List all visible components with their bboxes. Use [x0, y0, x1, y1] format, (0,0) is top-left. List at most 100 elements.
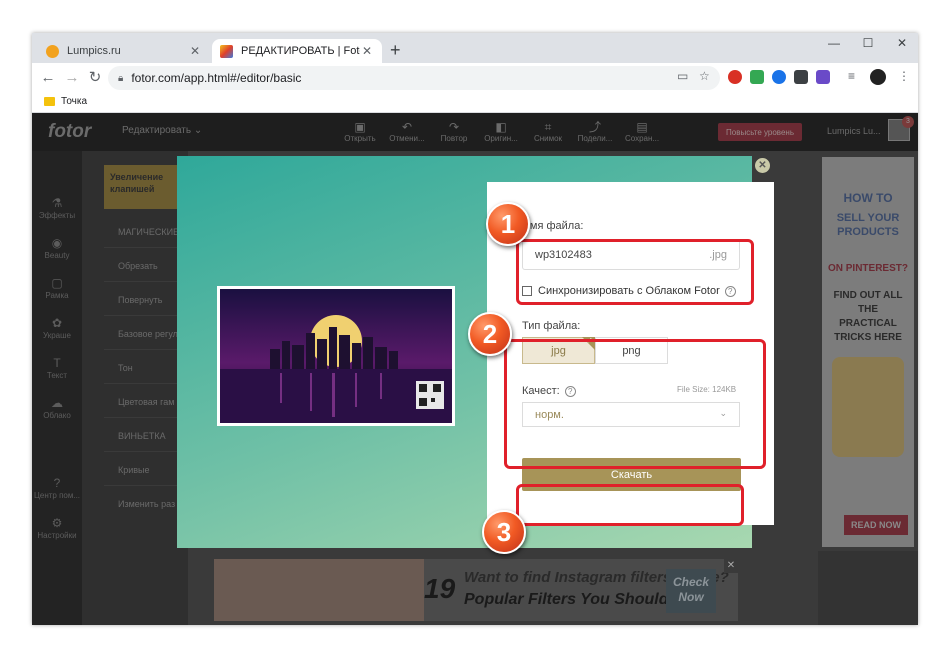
image-preview: [217, 286, 455, 426]
fotor-logo[interactable]: fotor: [48, 121, 91, 143]
profile-avatar[interactable]: [870, 69, 886, 85]
maximize-button[interactable]: ☐: [856, 36, 880, 50]
ad-banner: HOW TO SELL YOUR PRODUCTS ON PINTEREST? …: [822, 157, 914, 547]
rail-decor[interactable]: ✿ Украше: [32, 315, 82, 340]
cta-line: Now: [678, 590, 704, 604]
media-icon[interactable]: ≡: [848, 69, 855, 83]
rail-text[interactable]: T Текст: [32, 355, 82, 380]
bottom-ad[interactable]: 19 Want to find Instagram filters online…: [214, 559, 738, 621]
extension-icon[interactable]: [794, 70, 808, 84]
check-now-button[interactable]: Check Now: [666, 569, 716, 613]
decor-icon: ✿: [51, 316, 63, 330]
forward-arrow-icon[interactable]: →: [62, 68, 82, 88]
fotor-header: fotor Редактировать ⌄ ▣ Открыть ↶ Отмени..…: [32, 113, 918, 151]
rail-label: Beauty: [44, 251, 70, 260]
extension-icon[interactable]: [816, 70, 830, 84]
extension-icon[interactable]: [750, 70, 764, 84]
tab-fotor[interactable]: РЕДАКТИРОВАТЬ | Fotor ✕: [212, 39, 382, 63]
extension-icon[interactable]: [728, 70, 742, 84]
close-tab-icon[interactable]: ✕: [188, 44, 202, 58]
rail-help[interactable]: ? Центр пом...: [32, 475, 82, 500]
undo-button[interactable]: ↶ Отмени...: [387, 120, 427, 143]
highlight-filetype-quality: [504, 339, 766, 469]
reload-icon[interactable]: ↻: [85, 68, 105, 88]
rail-label: Эффекты: [38, 211, 76, 220]
right-ad[interactable]: HOW TO SELL YOUR PRODUCTS ON PINTEREST? …: [818, 151, 918, 551]
tab-title: Lumpics.ru: [67, 45, 121, 57]
settings-icon: ⚙: [51, 516, 63, 530]
divider: [104, 485, 188, 486]
rail-label: Настройки: [37, 531, 77, 540]
panel-promo[interactable]: Увеличение клапишей: [104, 165, 184, 209]
upgrade-button[interactable]: Повысьте уровень: [718, 123, 802, 141]
address-bar[interactable]: 🔒︎ fotor.com/app.html#/editor/basic: [108, 66, 720, 90]
extension-icon[interactable]: [772, 70, 786, 84]
divider: [104, 451, 188, 452]
tab-lumpics[interactable]: Lumpics.ru ✕: [38, 39, 210, 63]
snapshot-icon: ⌗: [544, 120, 552, 134]
image-icon: ▣: [354, 120, 366, 134]
tool-label: Снимок: [533, 134, 563, 143]
user-name[interactable]: Lumpics Lu...: [827, 126, 881, 136]
redo-button[interactable]: ↷ Повтор: [434, 120, 474, 143]
filename-label: Имя файла:: [522, 220, 584, 232]
tool-label: Сохран...: [624, 134, 660, 143]
lumpics-favicon-icon: [46, 44, 59, 58]
close-window-button[interactable]: ✕: [890, 36, 914, 50]
share-button[interactable]: ⤴ Подели...: [575, 120, 615, 143]
open-button[interactable]: ▣ Открыть: [340, 120, 380, 143]
rail-cloud[interactable]: ☁ Облако: [32, 395, 82, 420]
original-button[interactable]: ◧ Оригин...: [481, 120, 521, 143]
new-tab-icon[interactable]: +: [390, 40, 401, 60]
bookmark-item[interactable]: Точка: [44, 96, 87, 107]
panel-item[interactable]: МАГИЧЕСКИЕ: [118, 227, 179, 237]
close-tab-icon[interactable]: ✕: [360, 44, 374, 58]
snapshot-button[interactable]: ⌗ Снимок: [528, 120, 568, 143]
save-button[interactable]: ▤ Сохран...: [622, 120, 662, 143]
dialog-close-button[interactable]: ✕: [755, 158, 770, 173]
compare-icon: ◧: [495, 120, 507, 134]
folder-icon: [44, 97, 55, 106]
redo-icon: ↷: [448, 120, 460, 134]
panel-item[interactable]: Кривые: [118, 465, 150, 475]
ad-number: 19: [424, 573, 456, 604]
panel-item[interactable]: Цветовая гам: [118, 397, 174, 407]
panel-item[interactable]: Изменить раз: [118, 499, 175, 509]
cloud-icon: ☁: [51, 396, 63, 410]
divider: [104, 349, 188, 350]
frame-icon: ▢: [51, 276, 63, 290]
edit-menu[interactable]: Редактировать ⌄: [122, 125, 202, 136]
ad-photo: [214, 559, 284, 621]
browser-window: Lumpics.ru ✕ РЕДАКТИРОВАТЬ | Fotor ✕ + —…: [32, 33, 918, 625]
panel-item[interactable]: ВИНЬЕТКА: [118, 431, 166, 441]
rail-label: Центр пом...: [33, 491, 81, 500]
lock-icon: 🔒︎: [118, 72, 124, 84]
minimize-button[interactable]: —: [822, 36, 846, 50]
menu-dots-icon[interactable]: ⋮: [898, 69, 910, 83]
fotor-favicon-icon: [220, 44, 233, 58]
rail-effects[interactable]: ⚗ Эффекты: [32, 195, 82, 220]
panel-item[interactable]: Тон: [118, 363, 133, 373]
panel-item[interactable]: Обрезать: [118, 261, 158, 271]
bookmark-star-icon[interactable]: ☆: [699, 69, 710, 83]
preview-image: [220, 289, 452, 423]
ad-line: HOW TO: [843, 191, 893, 205]
cast-icon[interactable]: ▭: [677, 69, 688, 83]
tool-label: Оригин...: [484, 134, 518, 143]
highlight-filename: [516, 239, 754, 305]
read-now-button[interactable]: READ NOW: [844, 515, 908, 535]
divider: [104, 247, 188, 248]
divider: [104, 281, 188, 282]
rail-settings[interactable]: ⚙ Настройки: [32, 515, 82, 540]
rail-label: Текст: [46, 371, 68, 380]
rail-beauty[interactable]: ◉ Beauty: [32, 235, 82, 260]
divider: [104, 417, 188, 418]
share-icon: ⤴: [588, 120, 601, 134]
back-arrow-icon[interactable]: ←: [38, 68, 58, 88]
rail-frame[interactable]: ▢ Рамка: [32, 275, 82, 300]
ad-photo: [284, 559, 354, 621]
panel-item[interactable]: Повернуть: [118, 295, 162, 305]
divider: [104, 315, 188, 316]
close-ad-icon[interactable]: ✕: [724, 559, 738, 573]
panel-item[interactable]: Базовое регул: [118, 329, 178, 339]
